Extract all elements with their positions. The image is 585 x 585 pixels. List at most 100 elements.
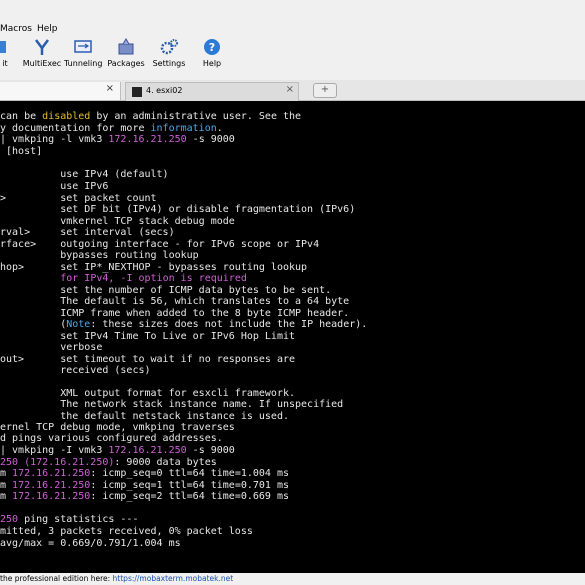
terminal-line: mitted, 3 packets received, 0% packet lo… [0, 526, 253, 538]
terminal-text: 172.16.21.250 [108, 134, 187, 145]
terminal-line: 250 (172.16.21.250): 9000 data bytes [0, 457, 217, 469]
terminal-text: can be [0, 111, 43, 122]
terminal-text: [host] [0, 146, 43, 157]
terminal-text: set IPv4 Time To Live or IPv6 Hop Limit [0, 331, 296, 342]
terminal-text: ( [0, 319, 67, 330]
tunneling-icon [74, 40, 92, 53]
settings-icon [160, 39, 178, 55]
multiexec-button[interactable]: MultiExec [22, 38, 62, 68]
menu-bar: Macros Help [0, 0, 585, 36]
terminal-line: set DF bit (IPv4) or disable fragmentati… [0, 204, 355, 216]
terminal-line: rface> outgoing interface - for IPv6 sco… [0, 239, 319, 251]
close-icon[interactable]: × [106, 83, 114, 94]
terminal-line: the default netstack instance is used. [0, 411, 289, 423]
terminal-text: by an administrative user. See the [90, 111, 302, 122]
terminal-text: : icmp_seq=1 ttl=64 time=0.701 ms [90, 480, 290, 491]
terminal-text: bypasses routing lookup [0, 250, 199, 261]
terminal-text: the default netstack instance is used. [0, 411, 289, 422]
terminal-text: received (secs) [0, 365, 151, 376]
menu-item-macros[interactable]: Macros [0, 24, 32, 34]
packages-button[interactable]: Packages [107, 38, 145, 68]
terminal-line: (Note: these sizes does not include the … [0, 319, 367, 331]
terminal-text: Note [66, 319, 91, 330]
svg-text:?: ? [209, 41, 215, 54]
terminal-text: vmkernel TCP stack debug mode [0, 216, 235, 227]
packages-label: Packages [107, 59, 145, 68]
terminal-line: hop> set IP*_NEXTHOP - bypasses routing … [0, 262, 307, 274]
terminal-text: 172.16.21.250 [12, 468, 91, 479]
terminal-text: 172.16.21.250 [12, 480, 91, 491]
terminal-text: -s 9000 [186, 445, 235, 456]
terminal-line: out> set timeout to wait if no responses… [0, 354, 295, 366]
terminal-text: avg/max = 0.669/0.791/1.004 ms [0, 538, 181, 549]
menu-item-help[interactable]: Help [37, 24, 58, 34]
terminal-line: bypasses routing lookup [0, 250, 199, 262]
terminal-text: disabled [42, 111, 91, 122]
help-button[interactable]: ? Help [201, 38, 223, 68]
terminal-line: for IPv4, -I option is required [0, 273, 247, 285]
new-tab-button[interactable]: + [313, 83, 337, 98]
terminal-text: : 9000 data bytes [114, 457, 217, 468]
split-button[interactable]: it [0, 38, 12, 68]
terminal-line: verbose [0, 342, 102, 354]
terminal-output[interactable]: can be disabled by an administrative use… [0, 101, 585, 565]
close-icon[interactable]: × [286, 84, 294, 95]
terminal-line: m 172.16.21.250: icmp_seq=2 ttl=64 time=… [0, 491, 289, 503]
terminal-text: set the number of ICMP data bytes to be … [0, 285, 332, 296]
terminal-line: can be disabled by an administrative use… [0, 111, 301, 123]
tab-active[interactable]: × [0, 82, 121, 100]
terminal-text: out> set timeout to wait if no responses… [0, 354, 296, 365]
terminal-line: m 172.16.21.250: icmp_seq=1 ttl=64 time=… [0, 480, 289, 492]
status-text: the professional edition here: https://m… [0, 574, 233, 583]
terminal-line: vmkernel TCP stack debug mode [0, 216, 235, 228]
terminal-text: rface> outgoing interface - for IPv6 sco… [0, 239, 320, 250]
terminal-text: mitted, 3 packets received, 0% packet lo… [0, 526, 253, 537]
terminal-line: | vmkping -l vmk3 172.16.21.250 -s 9000 [0, 134, 235, 146]
status-link[interactable]: https://mobaxterm.mobatek.net [113, 574, 234, 583]
toolbar: it MultiExec Tunneling Packages Settings… [0, 36, 585, 81]
packages-icon [118, 38, 134, 55]
tab-esxi02[interactable]: 4. esxi02 × [125, 82, 299, 101]
terminal-text: | vmkping -l vmk3 [0, 134, 109, 145]
terminal-text: 172.16.21.250 [108, 445, 187, 456]
help-label: Help [202, 59, 222, 68]
terminal-text: . [216, 123, 223, 134]
terminal-text: > set packet count [0, 193, 157, 204]
terminal-text: m [0, 468, 13, 479]
terminal-text: 250 (172.16.21.250) [0, 457, 115, 468]
terminal-text: ernel TCP debug mode, vmkping traverses [0, 422, 235, 433]
terminal-line: use IPv6 [0, 181, 108, 193]
terminal-text: use IPv4 (default) [0, 169, 169, 180]
terminal-text: m [0, 491, 13, 502]
terminal-text: 172.16.21.250 [12, 491, 91, 502]
terminal-text: : icmp_seq=0 ttl=64 time=1.004 ms [90, 468, 290, 479]
terminal-line: use IPv4 (default) [0, 169, 169, 181]
terminal-line: The default is 56, which translates to a… [0, 296, 349, 308]
split-label: it [2, 59, 8, 68]
terminal-line: y documentation for more information. [0, 123, 223, 135]
terminal-text: : icmp_seq=2 ttl=64 time=0.669 ms [90, 491, 290, 502]
tab-label: 4. esxi02 [146, 86, 183, 95]
terminal-line: ernel TCP debug mode, vmkping traverses [0, 422, 235, 434]
settings-label: Settings [152, 59, 186, 68]
terminal-text: set DF bit (IPv4) or disable fragmentati… [0, 204, 356, 215]
terminal-line: set IPv4 Time To Live or IPv6 Hop Limit [0, 331, 295, 343]
terminal-line: ICMP frame when added to the 8 byte ICMP… [0, 308, 349, 320]
terminal-line: > set packet count [0, 193, 157, 205]
terminal-text: The network stack instance name. If unsp… [0, 399, 344, 410]
terminal-text: rval> set interval (secs) [0, 227, 175, 238]
terminal-line: The network stack instance name. If unsp… [0, 399, 343, 411]
terminal-text: ping statistics --- [18, 514, 139, 525]
terminal-icon [132, 87, 142, 97]
terminal-text: hop> set IP*_NEXTHOP - bypasses routing … [0, 262, 308, 273]
terminal-text: information [150, 123, 217, 134]
terminal-text: The default is 56, which translates to a… [0, 296, 350, 307]
terminal-text: use IPv6 [0, 181, 109, 192]
terminal-line: | vmkping -I vmk3 172.16.21.250 -s 9000 [0, 445, 235, 457]
tunneling-label: Tunneling [64, 59, 103, 68]
terminal-text: -s 9000 [186, 134, 235, 145]
tunneling-button[interactable]: Tunneling [64, 38, 102, 68]
settings-button[interactable]: Settings [152, 38, 186, 68]
terminal-text: XML output format for esxcli framework. [0, 388, 296, 399]
tab-bar: × 4. esxi02 × + [0, 80, 585, 101]
